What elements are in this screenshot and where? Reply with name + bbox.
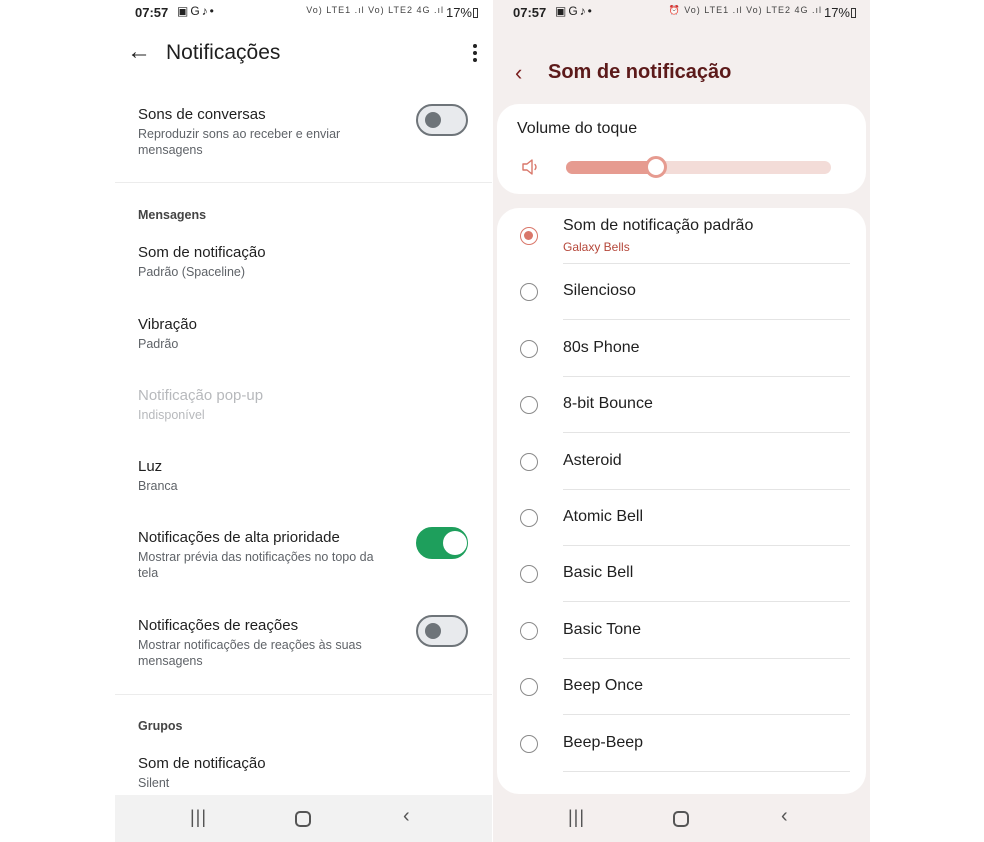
sound-option[interactable]: Beep-Beep <box>497 716 866 772</box>
sound-options-list: Som de notificação padrão Galaxy Bells Sil… <box>497 208 866 794</box>
home-icon[interactable] <box>295 811 311 827</box>
sound-option[interactable]: Basic Tone <box>497 603 866 659</box>
setting-title: Vibração <box>138 316 197 333</box>
signal-icons: ⏰ Vo) LTE1 .ıl Vo) LTE2 4G .ıl <box>668 5 822 15</box>
status-time: 07:57 <box>135 5 169 20</box>
section-header-groups: Grupos <box>138 719 183 733</box>
radio-button[interactable] <box>520 396 538 415</box>
vibration-setting[interactable]: Vibração Padrão <box>138 316 472 352</box>
battery-indicator: 17% <box>824 5 856 20</box>
divider <box>563 770 850 772</box>
radio-button[interactable] <box>520 678 538 697</box>
reaction-notifications-toggle[interactable] <box>416 615 468 647</box>
right-screen: 07:57 ▣G♪• ⏰ Vo) LTE1 .ıl Vo) LTE2 4G .ı… <box>493 0 870 842</box>
radio-button[interactable] <box>520 734 538 753</box>
status-time: 07:57 <box>513 5 547 20</box>
recent-apps-icon[interactable]: ||| <box>568 807 585 828</box>
volume-card: Volume do toque <box>497 104 866 194</box>
battery-icon <box>851 8 856 18</box>
conversation-sounds-toggle[interactable] <box>416 104 468 136</box>
setting-title: Som de notificação <box>138 755 266 772</box>
radio-button[interactable] <box>520 227 538 245</box>
sound-option-label: Som de notificação padrão <box>563 217 754 234</box>
page-title: Notificações <box>166 41 281 64</box>
volume-slider-fill <box>566 161 657 174</box>
toggle-knob <box>425 112 441 128</box>
sound-option[interactable]: Atomic Bell <box>497 490 866 546</box>
signal-icons: Vo) LTE1 .ıl Vo) LTE2 4G .ıl <box>306 5 444 15</box>
notification-icons: ▣G♪• <box>177 4 216 18</box>
system-nav-bar: ||| ‹ <box>493 795 870 842</box>
popup-notification-setting: Notificação pop-up Indisponível <box>138 387 472 423</box>
divider <box>115 694 492 695</box>
group-notification-sound-setting[interactable]: Som de notificação Silent <box>138 755 472 791</box>
sound-option[interactable]: 8-bit Bounce <box>497 377 866 434</box>
system-nav-bar: ||| ‹ <box>115 795 492 842</box>
radio-button[interactable] <box>520 452 538 471</box>
light-setting[interactable]: Luz Branca <box>138 458 472 494</box>
setting-subtitle: Mostrar prévia das notificações no topo … <box>138 550 374 580</box>
radio-button[interactable] <box>520 621 538 640</box>
radio-button[interactable] <box>520 509 538 527</box>
recent-apps-icon[interactable]: ||| <box>190 807 207 828</box>
back-chevron-icon[interactable]: ‹ <box>515 60 522 86</box>
page-title: Som de notificação <box>548 61 732 83</box>
setting-title: Luz <box>138 458 163 475</box>
sound-option-label: Basic Bell <box>563 564 634 582</box>
setting-subtitle: Padrão (Spaceline) <box>138 265 246 279</box>
message-notification-sound-setting[interactable]: Som de notificação Padrão (Spaceline) <box>138 244 472 280</box>
speaker-icon <box>522 159 537 175</box>
sound-option-label: Atomic Bell <box>563 508 644 525</box>
sound-option[interactable]: Beep Once <box>497 659 866 716</box>
battery-indicator: 17% <box>446 5 478 20</box>
toggle-knob <box>443 531 467 555</box>
battery-icon <box>473 8 478 18</box>
sound-option[interactable]: Som de notificação padrão Galaxy Bells <box>497 208 866 264</box>
sound-option-subtitle: Galaxy Bells <box>563 240 630 254</box>
battery-percent: 17% <box>445 5 472 20</box>
divider <box>115 182 492 183</box>
setting-title: Som de notificação <box>138 244 266 261</box>
high-priority-toggle[interactable] <box>416 527 468 559</box>
volume-slider[interactable] <box>566 156 831 178</box>
radio-button[interactable] <box>520 283 538 302</box>
sound-option-label: Beep-Beep <box>563 733 644 751</box>
status-bar: 07:57 ▣G♪• Vo) LTE1 .ıl Vo) LTE2 4G .ıl … <box>115 0 492 26</box>
sound-option-label: 80s Phone <box>563 338 640 356</box>
more-options-icon[interactable] <box>472 44 478 65</box>
back-arrow-icon[interactable]: ← <box>127 38 151 66</box>
toggle-knob <box>425 623 441 639</box>
setting-subtitle: Silent <box>138 776 170 790</box>
section-header-messages: Mensagens <box>138 208 207 222</box>
sound-option-label: Asteroid <box>563 451 622 469</box>
app-bar: ← Notificações <box>115 26 492 82</box>
sound-option[interactable]: Silencioso <box>497 264 866 321</box>
setting-subtitle: Mostrar notificações de reações às suas … <box>138 638 362 668</box>
radio-button[interactable] <box>520 339 538 358</box>
sound-option[interactable]: Asteroid <box>497 434 866 490</box>
setting-subtitle: Reproduzir sons ao receber e enviar mens… <box>138 127 341 157</box>
setting-subtitle: Padrão <box>138 337 179 351</box>
radio-button[interactable] <box>520 565 538 584</box>
sound-option-label: Silencioso <box>563 282 636 300</box>
sound-option-label: 8-bit Bounce <box>563 395 653 413</box>
notification-icons: ▣G♪• <box>555 4 594 18</box>
nav-back-icon[interactable]: ‹ <box>403 805 410 828</box>
status-bar: 07:57 ▣G♪• ⏰ Vo) LTE1 .ıl Vo) LTE2 4G .ı… <box>493 0 870 26</box>
sound-option[interactable]: Basic Bell <box>497 546 866 603</box>
battery-percent: 17% <box>823 5 850 20</box>
sound-option-label: Beep Once <box>563 677 644 695</box>
setting-subtitle: Indisponível <box>138 408 205 422</box>
setting-subtitle: Branca <box>138 479 178 493</box>
left-screen: 07:57 ▣G♪• Vo) LTE1 .ıl Vo) LTE2 4G .ıl … <box>115 0 492 842</box>
volume-slider-thumb[interactable] <box>645 156 668 178</box>
sound-option[interactable]: 80s Phone <box>497 321 866 377</box>
volume-label: Volume do toque <box>517 120 638 137</box>
setting-title: Notificação pop-up <box>138 387 264 404</box>
nav-back-icon[interactable]: ‹ <box>781 805 788 828</box>
sound-option-label: Basic Tone <box>563 620 641 638</box>
home-icon[interactable] <box>673 811 689 827</box>
